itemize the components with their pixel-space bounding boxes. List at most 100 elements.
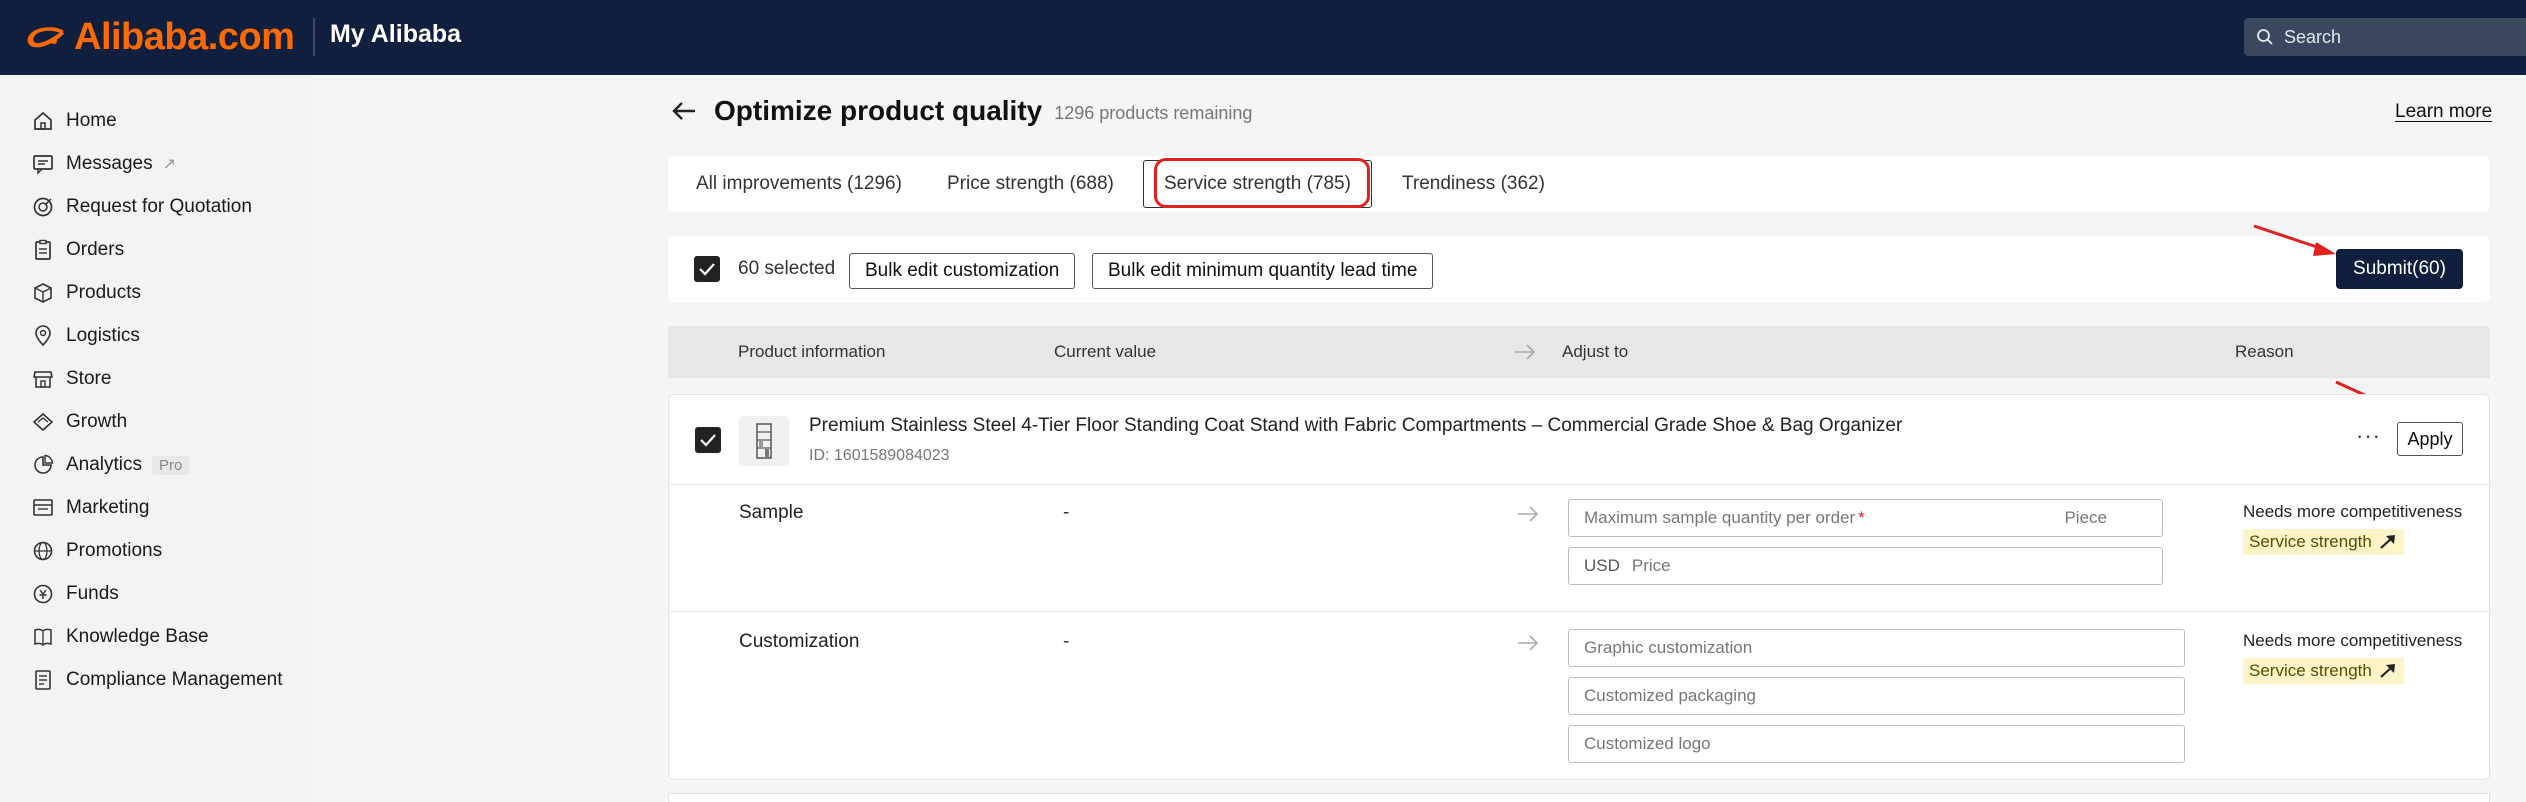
top-bar: Alibaba.com My Alibaba Search <box>0 0 2526 75</box>
sample-label: Sample <box>739 502 804 523</box>
customized-logo-field[interactable]: Customized logo <box>1568 725 2185 763</box>
store-icon <box>32 368 54 390</box>
graphic-customization-field[interactable]: Graphic customization <box>1568 629 2185 667</box>
sidebar-item-growth[interactable]: Growth <box>32 407 127 437</box>
field-placeholder: Maximum sample quantity per order <box>1584 508 1856 527</box>
field-placeholder: Graphic customization <box>1584 638 1753 657</box>
max-sample-quantity-field[interactable]: Maximum sample quantity per order * Piec… <box>1568 499 2163 537</box>
sidebar-item-label: Analytics <box>66 454 143 475</box>
unit-label: Piece <box>2064 508 2107 527</box>
header-title[interactable]: My Alibaba <box>330 20 461 49</box>
search-input[interactable]: Search <box>2244 18 2526 56</box>
sample-price-field[interactable]: USD Price <box>1568 547 2163 585</box>
sidebar-item-label: Request for Quotation <box>66 196 252 217</box>
sidebar-item-label: Marketing <box>66 497 150 518</box>
product-name[interactable]: Premium Stainless Steel 4-Tier Floor Sta… <box>809 415 1902 437</box>
annotation-arrow-submit <box>2253 224 2336 256</box>
tab-all-improvements[interactable]: All improvements (1296) <box>696 156 902 212</box>
tabs-bar: All improvements (1296) Price strength (… <box>668 156 2490 212</box>
header-current-value: Current value <box>1054 342 1157 361</box>
bulk-edit-customization-button[interactable]: Bulk edit customization <box>849 253 1076 289</box>
check-icon <box>700 434 716 447</box>
sidebar-item-funds[interactable]: Funds <box>32 579 119 609</box>
arrow-right-icon <box>1515 344 1536 360</box>
next-product-card <box>668 793 2490 802</box>
header-product-info: Product information <box>738 342 886 361</box>
highlight-annotation <box>1154 158 1370 208</box>
sidebar-item-label: Messages <box>66 153 153 174</box>
external-link-icon: ↗ <box>162 156 177 173</box>
badge-label: Service strength <box>2249 661 2372 680</box>
product-row: Premium Stainless Steel 4-Tier Floor Sta… <box>669 395 2489 485</box>
sidebar-item-label: Home <box>66 110 117 131</box>
marketing-icon <box>32 497 54 519</box>
alibaba-logo-icon <box>27 27 64 48</box>
sidebar-item-label: Compliance Management <box>66 669 283 690</box>
sidebar-item-label: Orders <box>66 239 125 260</box>
sidebar-item-knowledge-base[interactable]: Knowledge Base <box>32 622 209 652</box>
search-placeholder: Search <box>2284 26 2342 47</box>
apply-button[interactable]: Apply <box>2397 422 2463 456</box>
check-icon <box>699 263 715 276</box>
selected-count: 60 selected <box>738 258 836 279</box>
search-icon <box>2257 29 2273 45</box>
tab-trendiness[interactable]: Trendiness (362) <box>1402 156 1545 212</box>
sidebar-item-marketing[interactable]: Marketing <box>32 493 149 523</box>
sidebar: Home Messages ↗ Request for Quotation Or… <box>0 75 313 802</box>
sidebar-item-rfq[interactable]: Request for Quotation <box>32 192 252 222</box>
sidebar-item-logistics[interactable]: Logistics <box>32 321 140 351</box>
book-icon <box>32 626 54 648</box>
field-placeholder: Customized logo <box>1584 734 1711 753</box>
rfq-icon <box>32 196 54 218</box>
sidebar-item-label: Logistics <box>66 325 140 346</box>
sidebar-item-home[interactable]: Home <box>32 106 117 136</box>
sidebar-item-messages[interactable]: Messages ↗ <box>32 149 176 179</box>
home-icon <box>32 110 54 132</box>
product-id: ID: 1601589084023 <box>809 447 950 464</box>
sidebar-item-analytics[interactable]: Analytics Pro <box>32 450 190 480</box>
logistics-icon <box>32 325 54 347</box>
promotions-icon <box>32 540 54 562</box>
page-header: Optimize product quality 1296 products r… <box>670 95 1252 127</box>
alibaba-logo[interactable]: Alibaba.com <box>24 14 295 60</box>
field-placeholder: Price <box>1631 556 1671 575</box>
product-checkbox[interactable] <box>695 427 721 453</box>
sidebar-item-orders[interactable]: Orders <box>32 235 124 265</box>
tab-price-strength[interactable]: Price strength (688) <box>947 156 1114 212</box>
product-thumbnail[interactable] <box>739 416 789 466</box>
customized-packaging-field[interactable]: Customized packaging <box>1568 677 2185 715</box>
sidebar-item-label: Products <box>66 282 141 303</box>
submit-button[interactable]: Submit(60) <box>2336 249 2463 289</box>
back-arrow-icon[interactable] <box>670 97 698 125</box>
sidebar-item-label: Knowledge Base <box>66 626 209 647</box>
customization-current-value: - <box>1063 631 1070 652</box>
field-placeholder: Customized packaging <box>1584 686 1756 705</box>
learn-more-link[interactable]: Learn more <box>2395 101 2492 123</box>
sidebar-item-label: Funds <box>66 583 119 604</box>
row-divider <box>669 611 2489 612</box>
trend-up-icon <box>2380 535 2395 549</box>
funds-icon <box>32 583 54 605</box>
select-all-checkbox[interactable] <box>694 256 720 282</box>
sidebar-item-promotions[interactable]: Promotions <box>32 536 162 566</box>
sample-current-value: - <box>1063 502 1070 523</box>
message-icon <box>32 153 54 175</box>
more-options-icon[interactable]: ··· <box>2356 425 2381 447</box>
arrow-right-icon <box>1518 506 1539 522</box>
bulk-edit-moq-button[interactable]: Bulk edit minimum quantity lead time <box>1092 253 1434 289</box>
compliance-icon <box>32 669 54 691</box>
product-card: Premium Stainless Steel 4-Tier Floor Sta… <box>668 394 2490 780</box>
currency-prefix: USD <box>1584 556 1620 575</box>
table-header: Product information Current value Adjust… <box>668 326 2490 378</box>
sidebar-item-store[interactable]: Store <box>32 364 111 394</box>
reason-text: Needs more competitiveness <box>2243 502 2463 521</box>
remaining-count: 1296 products remaining <box>1054 102 1253 123</box>
sidebar-item-compliance[interactable]: Compliance Management <box>32 665 283 695</box>
sidebar-item-products[interactable]: Products <box>32 278 141 308</box>
analytics-icon <box>32 454 54 476</box>
sidebar-item-label: Store <box>66 368 112 389</box>
sidebar-item-label: Promotions <box>66 540 163 561</box>
pro-badge: Pro <box>152 455 190 475</box>
required-marker: * <box>1858 508 1865 527</box>
growth-icon <box>32 411 54 433</box>
